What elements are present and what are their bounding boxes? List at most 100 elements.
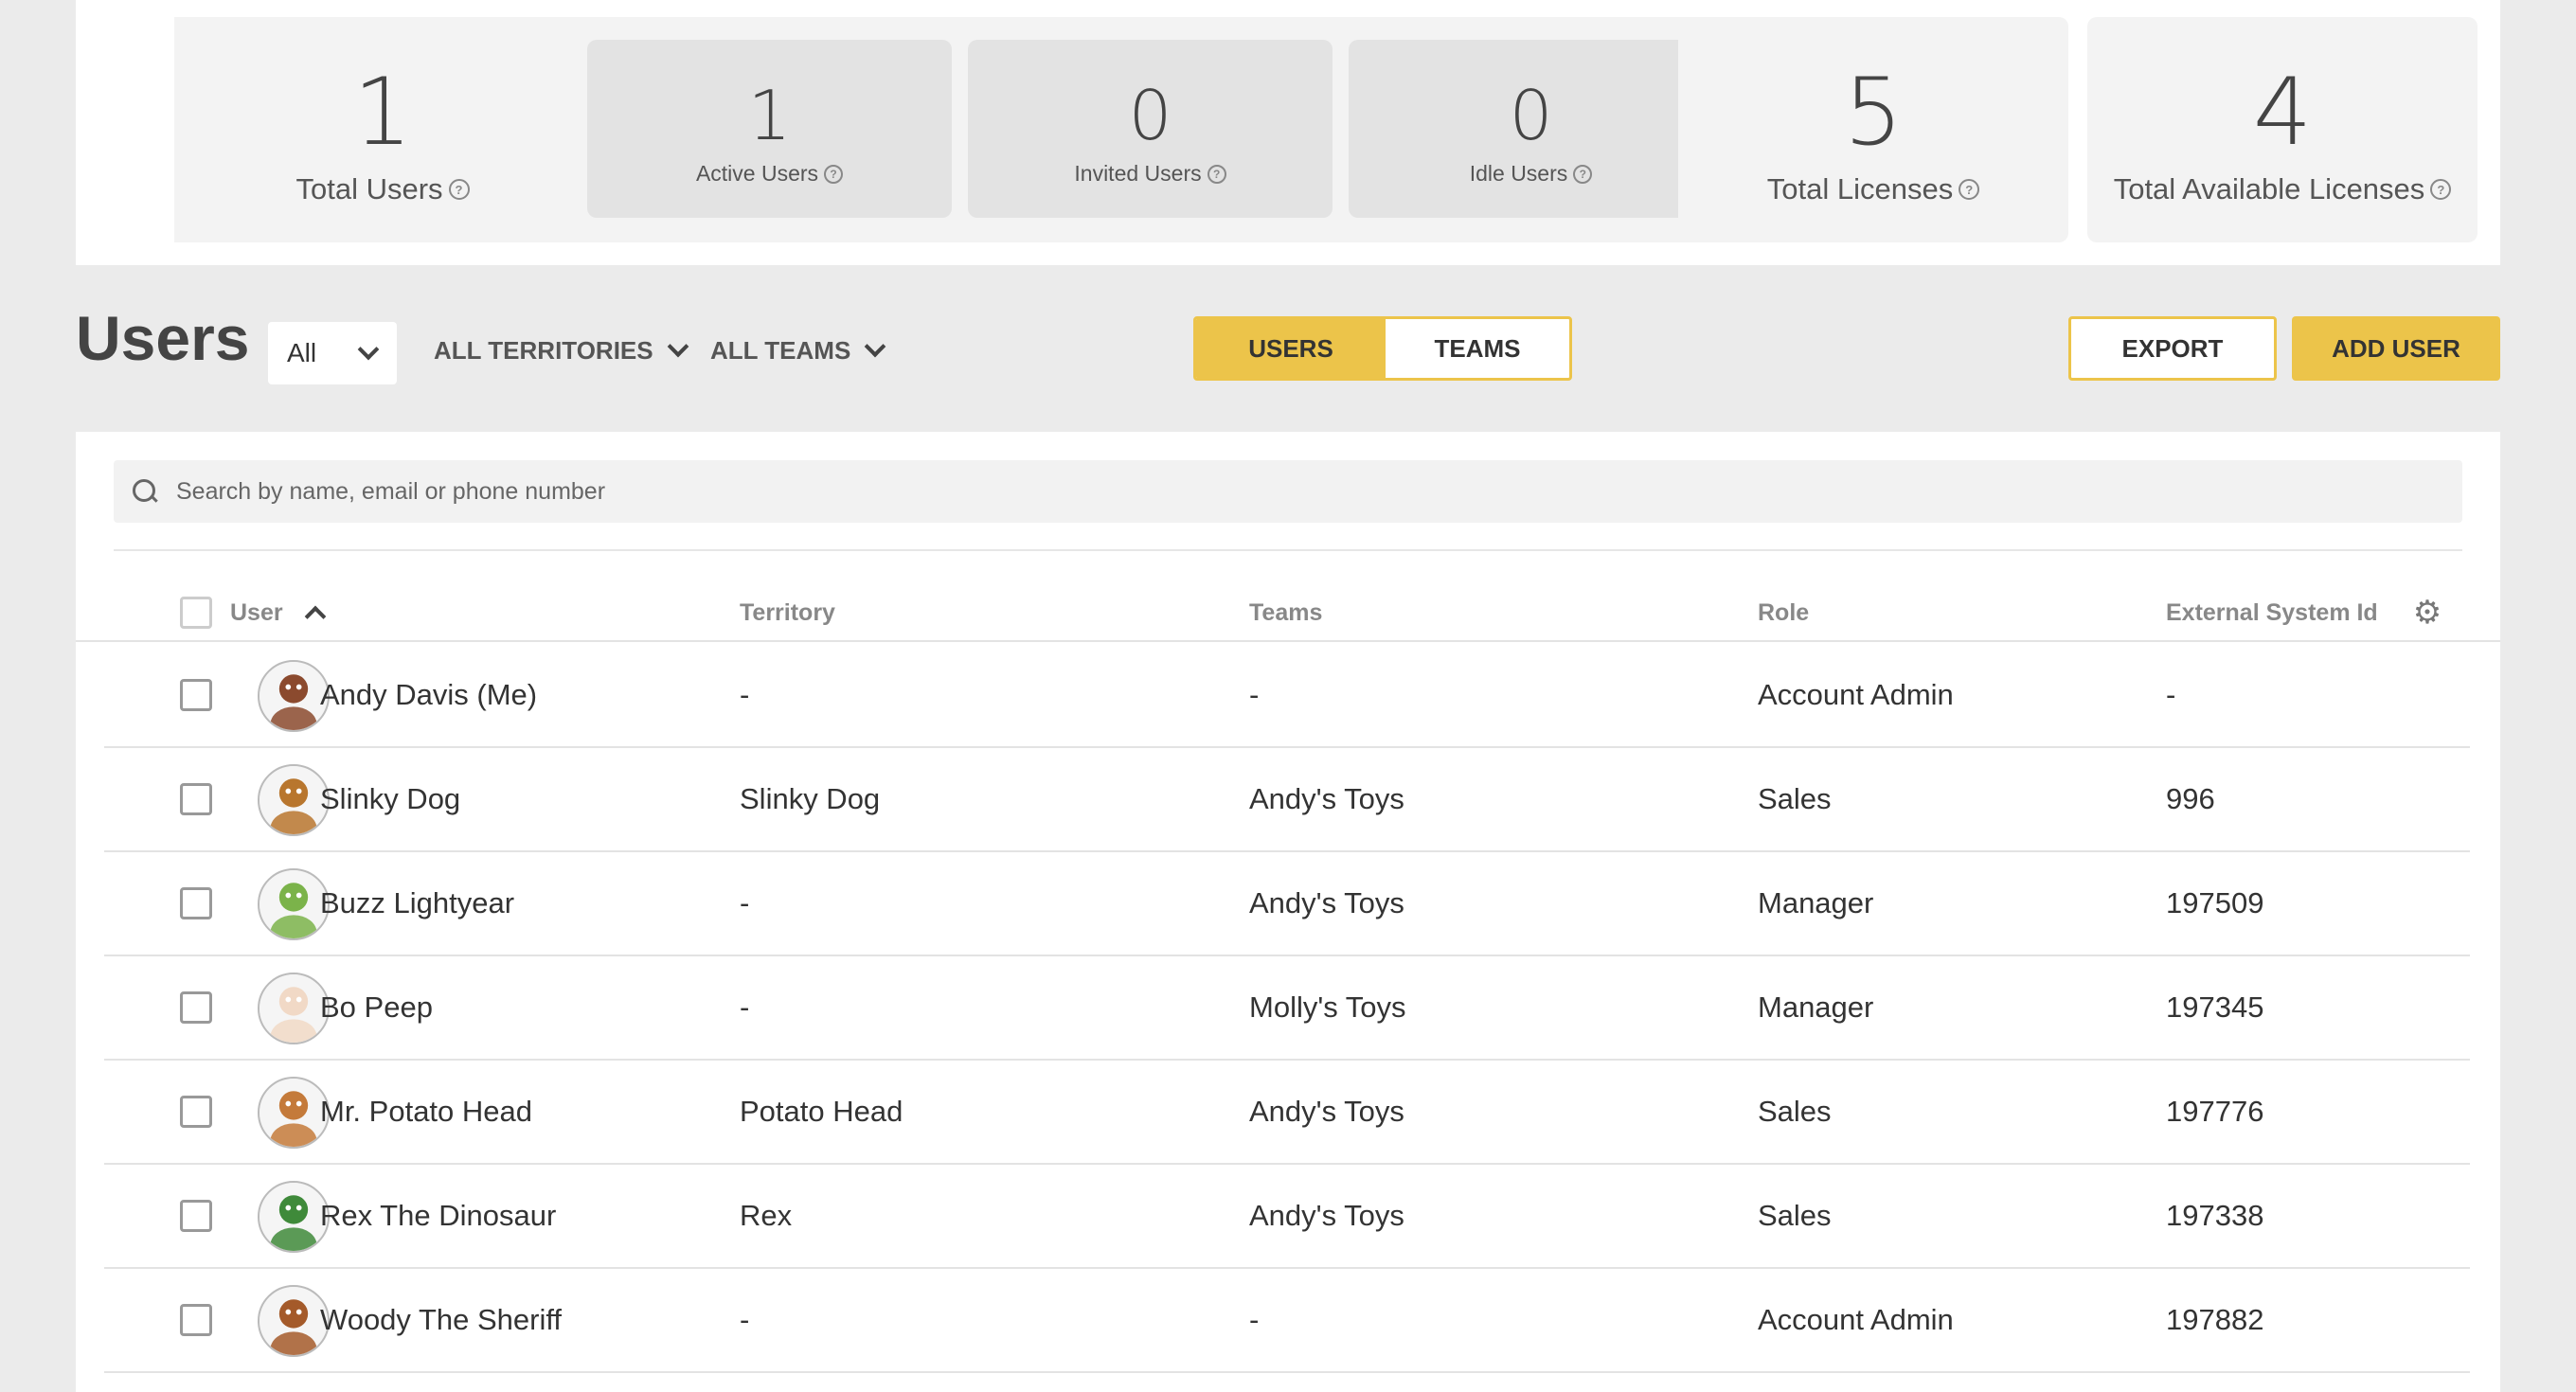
- teams-cell: Andy's Toys: [1249, 782, 1404, 815]
- invited-users-value: 0: [1128, 76, 1172, 155]
- total-licenses-value: 5: [1843, 59, 1904, 167]
- column-header-territory[interactable]: Territory: [740, 583, 835, 642]
- table-row[interactable]: Mr. Potato Head Potato Head Andy's Toys Sal…: [104, 1061, 2470, 1165]
- role-cell: Account Admin: [1758, 1303, 1954, 1336]
- external-id-cell: 197882: [2166, 1303, 2264, 1336]
- table-row[interactable]: Andy Davis (Me) - - Account Admin -: [104, 644, 2470, 748]
- teams-view-tab[interactable]: TEAMS: [1386, 319, 1569, 378]
- export-button[interactable]: EXPORT: [2068, 316, 2277, 381]
- active-users-label: Active Users: [695, 161, 819, 186]
- stat-idle-users: 0 Idle Users ?: [1349, 40, 1713, 218]
- active-users-value: 1: [747, 76, 792, 155]
- search-icon: [133, 479, 157, 504]
- territory-cell: -: [740, 678, 750, 711]
- users-view-tab[interactable]: USERS: [1196, 319, 1386, 378]
- potato-avatar: [258, 1077, 330, 1149]
- column-header-teams[interactable]: Teams: [1249, 583, 1322, 642]
- status-filter-select[interactable]: All: [268, 322, 397, 384]
- role-cell: Manager: [1758, 886, 1874, 919]
- external-id-cell: -: [2166, 678, 2176, 711]
- stat-total-available-licenses: 4 Total Available Licenses ?: [2087, 17, 2478, 242]
- stat-total-users: 1 Total Users ?: [174, 17, 591, 242]
- total-available-licenses-label: Total Available Licenses: [2113, 172, 2425, 205]
- territory-cell: Rex: [740, 1199, 793, 1232]
- territory-cell: -: [740, 990, 750, 1024]
- role-cell: Sales: [1758, 1095, 1832, 1128]
- help-icon[interactable]: ?: [824, 164, 844, 184]
- help-icon[interactable]: ?: [448, 179, 470, 200]
- gear-icon[interactable]: ⚙: [2411, 597, 2443, 629]
- user-name[interactable]: Slinky Dog: [320, 748, 460, 850]
- select-all-checkbox[interactable]: [180, 597, 212, 629]
- help-icon[interactable]: ?: [2430, 179, 2452, 200]
- row-checkbox[interactable]: [180, 991, 212, 1024]
- page-title: Users: [76, 303, 250, 373]
- help-icon[interactable]: ?: [1959, 179, 1980, 200]
- user-stats-group: 1 Total Users ? 1 Active Users ? 0 Invit…: [174, 17, 1735, 242]
- column-header-external-system-id[interactable]: External System Id: [2166, 583, 2378, 642]
- teams-cell: Andy's Toys: [1249, 1199, 1404, 1232]
- row-checkbox[interactable]: [180, 1304, 212, 1336]
- teams-cell: Andy's Toys: [1249, 1095, 1404, 1128]
- role-cell: Manager: [1758, 990, 1874, 1024]
- view-toggle: USERS TEAMS: [1193, 316, 1572, 381]
- external-id-cell: 197338: [2166, 1199, 2264, 1232]
- external-id-cell: 197776: [2166, 1095, 2264, 1128]
- territories-filter-dropdown[interactable]: ALL TERRITORIES: [434, 331, 689, 369]
- teams-filter-label: ALL TEAMS: [710, 335, 851, 365]
- user-name[interactable]: Rex The Dinosaur: [320, 1165, 556, 1267]
- table-row[interactable]: Rex The Dinosaur Rex Andy's Toys Sales 19733…: [104, 1165, 2470, 1269]
- search-input[interactable]: [176, 477, 2354, 506]
- help-icon[interactable]: ?: [1207, 164, 1226, 184]
- external-id-cell: 996: [2166, 782, 2215, 815]
- territory-cell: Slinky Dog: [740, 782, 881, 815]
- user-name[interactable]: Andy Davis (Me): [320, 644, 537, 746]
- row-checkbox[interactable]: [180, 1200, 212, 1232]
- user-name[interactable]: Mr. Potato Head: [320, 1061, 532, 1163]
- slinky-avatar: [258, 764, 330, 836]
- table-row[interactable]: Buzz Lightyear - Andy's Toys Manager 197509: [104, 852, 2470, 956]
- teams-cell: Andy's Toys: [1249, 886, 1404, 919]
- column-header-role[interactable]: Role: [1758, 583, 1809, 642]
- rex-avatar: [258, 1181, 330, 1253]
- stat-invited-users: 0 Invited Users ?: [968, 40, 1333, 218]
- sort-ascending-icon[interactable]: [304, 605, 326, 628]
- idle-users-label: Idle Users: [1469, 161, 1568, 186]
- help-icon[interactable]: ?: [1573, 164, 1593, 184]
- chevron-down-icon: [357, 338, 380, 361]
- table-row[interactable]: Woody The Sheriff - - Account Admin 197882: [104, 1269, 2470, 1373]
- user-name[interactable]: Woody The Sheriff: [320, 1269, 562, 1371]
- stats-panel: 1 Total Users ? 1 Active Users ? 0 Invit…: [76, 0, 2500, 265]
- buzz-avatar: [258, 868, 330, 940]
- total-available-licenses-value: 4: [2252, 59, 2313, 167]
- user-name[interactable]: Buzz Lightyear: [320, 852, 514, 955]
- status-filter-value: All: [287, 338, 317, 367]
- row-checkbox[interactable]: [180, 1096, 212, 1128]
- add-user-button[interactable]: ADD USER: [2292, 316, 2500, 381]
- territories-filter-label: ALL TERRITORIES: [434, 335, 653, 365]
- user-name[interactable]: Bo Peep: [320, 956, 433, 1059]
- bopeep-avatar: [258, 973, 330, 1044]
- table-row[interactable]: Bo Peep - Molly's Toys Manager 197345: [104, 956, 2470, 1061]
- teams-cell: -: [1249, 1303, 1260, 1336]
- invited-users-label: Invited Users: [1074, 161, 1202, 186]
- teams-filter-dropdown[interactable]: ALL TEAMS: [710, 331, 886, 369]
- territory-cell: -: [740, 886, 750, 919]
- woody-avatar: [258, 1285, 330, 1357]
- table-row[interactable]: Slinky Dog Slinky Dog Andy's Toys Sales 996: [104, 748, 2470, 852]
- territory-cell: -: [740, 1303, 750, 1336]
- stat-active-users: 1 Active Users ?: [587, 40, 952, 218]
- row-checkbox[interactable]: [180, 887, 212, 919]
- total-users-value: 1: [352, 59, 413, 167]
- column-header-user[interactable]: User: [230, 583, 326, 642]
- divider: [114, 549, 2462, 551]
- territory-cell: Potato Head: [740, 1095, 903, 1128]
- teams-cell: -: [1249, 678, 1260, 711]
- total-users-label: Total Users: [295, 172, 443, 205]
- external-id-cell: 197509: [2166, 886, 2264, 919]
- row-checkbox[interactable]: [180, 679, 212, 711]
- chevron-down-icon: [864, 335, 886, 358]
- row-checkbox[interactable]: [180, 783, 212, 815]
- stat-total-licenses: 5 Total Licenses ?: [1678, 17, 2068, 242]
- total-licenses-label: Total Licenses: [1766, 172, 1954, 205]
